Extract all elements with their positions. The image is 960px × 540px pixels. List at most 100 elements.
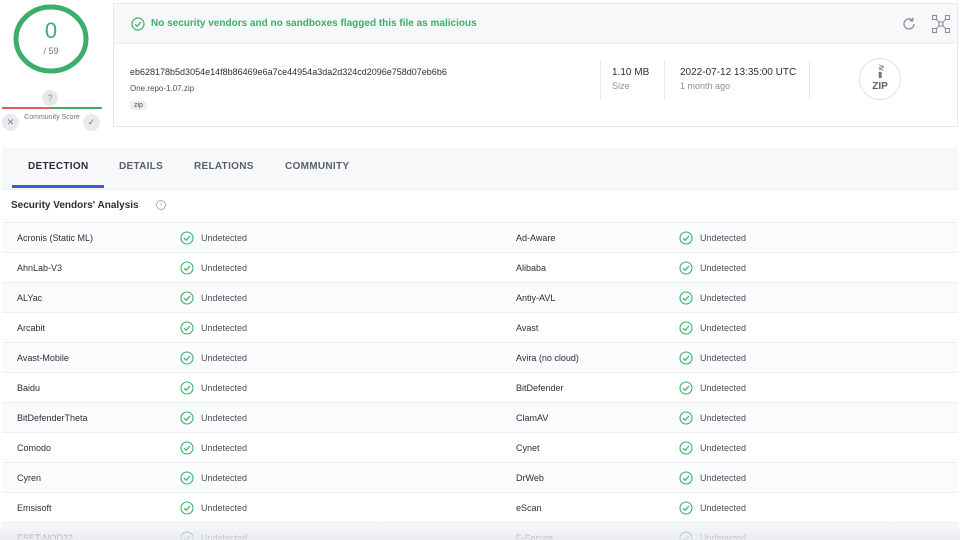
vendor-results-table: Acronis (Static ML) Undetected Ad-Aware Und… bbox=[2, 222, 958, 540]
verdict-text: No security vendors and no sandboxes fla… bbox=[151, 18, 477, 29]
vote-malicious-icon[interactable]: ✕ bbox=[2, 114, 19, 131]
check-circle-icon bbox=[679, 231, 693, 245]
table-row: Baidu Undetected BitDefender Undetected bbox=[2, 373, 958, 403]
analysis-date-value: 2022-07-12 13:35:00 UTC bbox=[680, 67, 797, 78]
file-type-label: ZIP bbox=[872, 81, 888, 92]
result-label: Undetected bbox=[700, 533, 747, 540]
check-circle-icon bbox=[180, 261, 194, 275]
result-label: Undetected bbox=[201, 413, 248, 423]
graph-view-icon[interactable] bbox=[931, 14, 951, 34]
check-circle-icon bbox=[679, 501, 693, 515]
check-circle-icon bbox=[679, 291, 693, 305]
tab-bar: DETECTION DETAILS RELATIONS COMMUNITY bbox=[2, 148, 958, 190]
result-label: Undetected bbox=[700, 353, 747, 363]
check-circle-icon bbox=[679, 261, 693, 275]
vendor-name: Arcabit bbox=[17, 323, 46, 333]
result-label: Undetected bbox=[201, 443, 248, 453]
vendor-name: ALYac bbox=[17, 293, 43, 303]
vendor-name: Avast bbox=[516, 323, 539, 333]
check-circle-icon bbox=[180, 471, 194, 485]
vendor-name: ESET-NOD32 bbox=[17, 533, 74, 540]
check-circle-icon bbox=[180, 531, 194, 540]
vendor-name: AhnLab-V3 bbox=[17, 263, 63, 273]
vendor-name: DrWeb bbox=[516, 473, 544, 483]
community-score-bar bbox=[2, 107, 102, 109]
result-label: Undetected bbox=[700, 233, 747, 243]
vendor-name: Baidu bbox=[17, 383, 41, 393]
vendor-name: F-Secure bbox=[516, 533, 554, 540]
divider bbox=[809, 60, 810, 100]
vendor-name: Ad-Aware bbox=[516, 233, 556, 243]
vendor-name: Cyren bbox=[17, 473, 42, 483]
reanalyze-icon[interactable] bbox=[901, 16, 917, 32]
table-row: Comodo Undetected Cynet Undetected bbox=[2, 433, 958, 463]
file-name: One.repo-1.07.zip bbox=[130, 84, 195, 93]
table-row: Acronis (Static ML) Undetected Ad-Aware Und… bbox=[2, 223, 958, 253]
vendor-name: BitDefenderTheta bbox=[17, 413, 88, 423]
table-row: Cyren Undetected DrWeb Undetected bbox=[2, 463, 958, 493]
result-label: Undetected bbox=[201, 233, 248, 243]
check-circle-icon bbox=[180, 351, 194, 365]
result-label: Undetected bbox=[700, 413, 747, 423]
section-title: Security Vendors' Analysis bbox=[11, 200, 139, 211]
result-label: Undetected bbox=[700, 473, 747, 483]
vendor-name: Avast-Mobile bbox=[17, 353, 69, 363]
active-tab-indicator bbox=[12, 185, 104, 188]
vendor-name: Comodo bbox=[17, 443, 52, 453]
community-score-label: Community Score bbox=[24, 114, 80, 121]
result-label: Undetected bbox=[700, 323, 747, 333]
file-size-value: 1.10 MB bbox=[612, 67, 650, 78]
vendor-name: Avira (no cloud) bbox=[516, 353, 579, 363]
result-label: Undetected bbox=[700, 263, 747, 273]
check-circle-icon bbox=[180, 381, 194, 395]
result-label: Undetected bbox=[201, 503, 248, 513]
result-label: Undetected bbox=[700, 443, 747, 453]
tab-detection[interactable]: DETECTION bbox=[28, 161, 88, 172]
check-circle-icon bbox=[180, 321, 194, 335]
table-row: Avast-Mobile Undetected Avira (no cloud) Un… bbox=[2, 343, 958, 373]
file-tag[interactable]: zip bbox=[130, 101, 147, 110]
detection-total: / 59 bbox=[43, 46, 59, 56]
detection-count: 0 bbox=[44, 18, 58, 43]
tab-details[interactable]: DETAILS bbox=[119, 161, 163, 172]
check-circle-icon bbox=[679, 381, 693, 395]
score-widget: 0 / 59 ? ✕ Community Score ✓ bbox=[0, 0, 104, 140]
tab-relations[interactable]: RELATIONS bbox=[194, 161, 254, 172]
table-row: Emsisoft Undetected eScan Undetected bbox=[2, 493, 958, 523]
vendor-name: ClamAV bbox=[516, 413, 549, 423]
vendor-name: Acronis (Static ML) bbox=[17, 233, 94, 243]
result-label: Undetected bbox=[700, 503, 747, 513]
vendor-name: Antiy-AVL bbox=[516, 293, 556, 303]
check-circle-icon bbox=[679, 411, 693, 425]
table-row: AhnLab-V3 Undetected Alibaba Undetected bbox=[2, 253, 958, 283]
file-summary-card: No security vendors and no sandboxes fla… bbox=[113, 3, 958, 127]
check-circle-icon bbox=[679, 531, 693, 540]
community-help-icon[interactable]: ? bbox=[42, 90, 58, 106]
check-circle-icon bbox=[180, 411, 194, 425]
check-circle-icon bbox=[679, 321, 693, 335]
check-circle-icon bbox=[131, 17, 145, 31]
divider bbox=[664, 60, 665, 100]
table-row: Arcabit Undetected Avast Undetected bbox=[2, 313, 958, 343]
check-circle-icon bbox=[180, 441, 194, 455]
vendor-name: Cynet bbox=[516, 443, 540, 453]
result-label: Undetected bbox=[700, 383, 747, 393]
tab-community[interactable]: COMMUNITY bbox=[285, 161, 349, 172]
vendor-name: BitDefender bbox=[516, 383, 564, 393]
check-circle-icon bbox=[679, 471, 693, 485]
check-circle-icon bbox=[180, 501, 194, 515]
file-hash[interactable]: eb628178b5d3054e14f8b86469e6a7ce44954a3d… bbox=[130, 67, 447, 77]
info-icon[interactable]: i bbox=[156, 200, 166, 210]
vendor-name: eScan bbox=[516, 503, 542, 513]
vendor-name: Alibaba bbox=[516, 263, 547, 273]
table-row: BitDefenderTheta Undetected ClamAV Undetect… bbox=[2, 403, 958, 433]
check-circle-icon bbox=[679, 351, 693, 365]
divider bbox=[600, 60, 601, 100]
table-row: ESET-NOD32 Undetected F-Secure Undetected bbox=[2, 523, 958, 540]
verdict-bar: No security vendors and no sandboxes fla… bbox=[114, 4, 957, 44]
file-size-label: Size bbox=[612, 81, 630, 91]
vote-harmless-icon[interactable]: ✓ bbox=[83, 114, 100, 131]
result-label: Undetected bbox=[700, 293, 747, 303]
vendor-name: Emsisoft bbox=[17, 503, 52, 513]
result-label: Undetected bbox=[201, 323, 248, 333]
